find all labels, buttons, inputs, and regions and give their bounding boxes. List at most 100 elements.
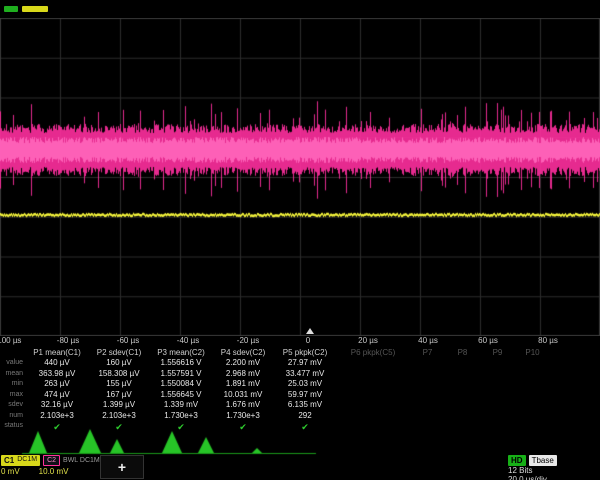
measure-value: [445, 358, 480, 369]
measure-value: [336, 358, 410, 369]
measure-trend-trace: [0, 428, 340, 456]
measure-value: [336, 411, 410, 422]
measure-row-label: sdev: [0, 400, 26, 411]
measure-value: 1.557591 V: [150, 369, 212, 380]
measure-value: 1.556645 V: [150, 390, 212, 401]
tbase-chip[interactable]: Tbase: [529, 455, 557, 466]
measure-value: [445, 390, 480, 401]
descriptor-bar: C1 DC1M C2 BWL DC1M 0 mV 10.0 mV + HD Tb…: [0, 454, 600, 480]
measure-value: [445, 379, 480, 390]
measure-value: 59.97 mV: [274, 390, 336, 401]
measure-column-header[interactable]: P6 pkpk(C5): [336, 347, 410, 358]
measure-row-label: value: [0, 358, 26, 369]
time-label: 40 µs: [418, 336, 438, 345]
timebase-descriptor[interactable]: HD Tbase 12 Bits 20.0 µs/div: [508, 455, 598, 480]
measure-value: 1.891 mV: [212, 379, 274, 390]
measure-value: [410, 411, 445, 422]
measure-value: 167 µV: [88, 390, 150, 401]
waveform-display[interactable]: [0, 18, 600, 336]
measure-value: 292: [274, 411, 336, 422]
time-axis: -100 µs-80 µs-60 µs-40 µs-20 µs020 µs40 …: [0, 336, 600, 347]
measure-value: 474 µV: [26, 390, 88, 401]
measure-value: [480, 390, 515, 401]
measure-column-p7[interactable]: P7: [410, 347, 445, 433]
measure-value: [445, 411, 480, 422]
measure-value: 263 µV: [26, 379, 88, 390]
time-label: -100 µs: [0, 336, 21, 345]
measure-value: 1.730e+3: [150, 411, 212, 422]
measure-value: [410, 358, 445, 369]
measure-value: 440 µV: [26, 358, 88, 369]
measure-column-header[interactable]: P1 mean(C1): [26, 347, 88, 358]
measure-column-header[interactable]: P10: [515, 347, 550, 358]
time-label: 80 µs: [538, 336, 558, 345]
time-label: 0: [306, 336, 310, 345]
measure-value: [515, 400, 550, 411]
measure-status-check: [336, 421, 410, 433]
time-label: -80 µs: [57, 336, 79, 345]
measure-value: 1.676 mV: [212, 400, 274, 411]
measure-row-label: mean: [0, 369, 26, 380]
measure-value: [336, 369, 410, 380]
c1-coupling: DC1M: [17, 456, 37, 465]
measure-value: 6.135 mV: [274, 400, 336, 411]
measure-value: 2.968 mV: [212, 369, 274, 380]
time-label: 20 µs: [358, 336, 378, 345]
measure-value: [336, 379, 410, 390]
time-label: -20 µs: [237, 336, 259, 345]
measure-value: 160 µV: [88, 358, 150, 369]
adc-bits: 12 Bits: [508, 466, 598, 475]
measure-column-p1[interactable]: P1 mean(C1)440 µV363.98 µV263 µV474 µV32…: [26, 347, 88, 433]
measure-value: [445, 400, 480, 411]
measure-value: 1.399 µV: [88, 400, 150, 411]
measure-status-check: [445, 421, 480, 433]
measure-column-header[interactable]: P2 sdev(C1): [88, 347, 150, 358]
measure-column-p9[interactable]: P9: [480, 347, 515, 433]
measure-value: [515, 358, 550, 369]
crosshair-button[interactable]: +: [100, 455, 144, 479]
measure-value: [480, 369, 515, 380]
measure-value: [410, 400, 445, 411]
measure-value: [515, 390, 550, 401]
measure-row-label: max: [0, 390, 26, 401]
measure-column-p8[interactable]: P8: [445, 347, 480, 433]
measure-value: 32.16 µV: [26, 400, 88, 411]
measure-value: 363.98 µV: [26, 369, 88, 380]
c2-header-chip[interactable]: C2: [43, 455, 60, 466]
measure-column-p4[interactable]: P4 sdev(C2)2.200 mV2.968 mV1.891 mV10.03…: [212, 347, 274, 433]
measure-column-header[interactable]: P7: [410, 347, 445, 358]
channel-status-marker: [22, 6, 48, 12]
time-per-div: 20.0 µs/div: [508, 475, 598, 480]
measure-status-check: [480, 421, 515, 433]
measure-column-header[interactable]: P4 sdev(C2): [212, 347, 274, 358]
measurement-table[interactable]: valuemeanminmaxsdevnumstatusP1 mean(C1)4…: [0, 347, 600, 433]
c2-coupling: BWL DC1M: [63, 457, 100, 464]
measure-value: 1.556616 V: [150, 358, 212, 369]
measure-column-p6[interactable]: P6 pkpk(C5): [336, 347, 410, 433]
measure-value: [515, 369, 550, 380]
measure-column-header[interactable]: P5 pkpk(C2): [274, 347, 336, 358]
waveform-canvas[interactable]: [0, 18, 600, 336]
measure-column-p5[interactable]: P5 pkpk(C2)27.97 mV33.477 mV25.03 mV59.9…: [274, 347, 336, 433]
measure-column-header[interactable]: P9: [480, 347, 515, 358]
measure-status-check: [515, 421, 550, 433]
c1-volts-per-div: 10.0 mV: [39, 467, 69, 476]
measure-column-header[interactable]: P8: [445, 347, 480, 358]
measure-row-label: num: [0, 411, 26, 422]
measure-column-header[interactable]: P3 mean(C2): [150, 347, 212, 358]
measure-value: [410, 390, 445, 401]
crosshair-icon: +: [118, 460, 126, 474]
measure-value: [336, 390, 410, 401]
trigger-time-marker[interactable]: [306, 328, 314, 334]
measure-value: 1.550084 V: [150, 379, 212, 390]
measure-value: [480, 358, 515, 369]
c1-header-chip[interactable]: C1 DC1M: [1, 455, 40, 466]
acquisition-status-marker: [4, 6, 18, 12]
measure-column-p2[interactable]: P2 sdev(C1)160 µV158.308 µV155 µV167 µV1…: [88, 347, 150, 433]
measure-value: 1.730e+3: [212, 411, 274, 422]
measure-column-p3[interactable]: P3 mean(C2)1.556616 V1.557591 V1.550084 …: [150, 347, 212, 433]
measure-value: 27.97 mV: [274, 358, 336, 369]
measure-column-p10[interactable]: P10: [515, 347, 550, 433]
measure-value: 1.339 mV: [150, 400, 212, 411]
measure-value: [410, 369, 445, 380]
